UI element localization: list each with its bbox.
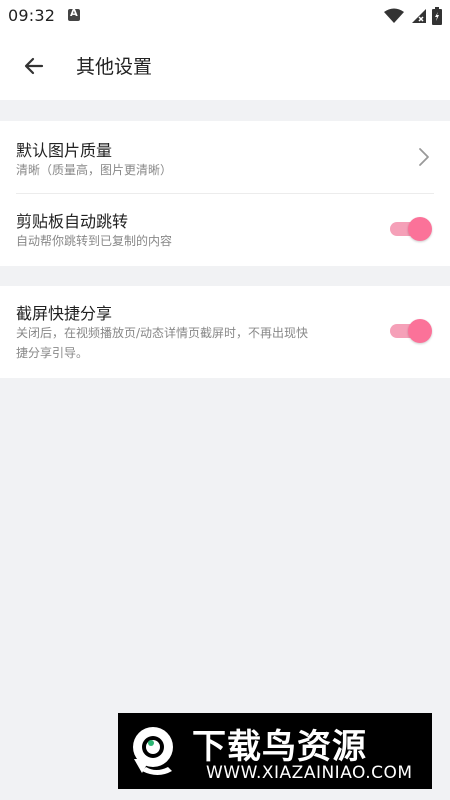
- watermark-url: WWW.XIAZAINIAO.COM: [206, 763, 413, 783]
- back-button[interactable]: [14, 46, 54, 86]
- status-icons: [384, 6, 442, 26]
- screenshot-share-subtitle-line1: 关闭后，在视频播放页/动态详情页截屏时，不再出现快: [16, 326, 309, 340]
- watermark-title: 下载鸟资源: [192, 727, 367, 767]
- status-time: 09:32: [8, 6, 56, 25]
- app-header: 其他设置: [0, 32, 450, 100]
- screenshot-share-title: 截屏快捷分享: [16, 304, 113, 323]
- page-title: 其他设置: [76, 56, 153, 78]
- clipboard-jump-toggle[interactable]: [390, 216, 432, 242]
- image-quality-subtitle: 清晰（质量高，图片更清晰）: [16, 163, 173, 177]
- toggle-thumb: [408, 319, 432, 343]
- screenshot-share-subtitle-line2: 捷分享引导。: [16, 346, 89, 360]
- wifi-icon: [384, 8, 404, 23]
- a-notification-icon: [68, 8, 80, 21]
- clipboard-jump-row: 剪贴板自动跳转 自动帮你跳转到已复制的内容: [0, 194, 450, 266]
- settings-card-general: 默认图片质量 清晰（质量高，图片更清晰） 剪贴板自动跳转 自动帮你跳转到已复制的…: [0, 121, 450, 266]
- battery-icon: [432, 7, 442, 25]
- clipboard-jump-title: 剪贴板自动跳转: [16, 212, 129, 231]
- arrow-left-icon: [24, 57, 44, 75]
- chevron-right-icon: [419, 148, 429, 166]
- bird-logo-icon: [133, 727, 173, 775]
- screenshot-share-row: 截屏快捷分享 关闭后，在视频播放页/动态详情页截屏时，不再出现快 捷分享引导。: [0, 286, 450, 378]
- toggle-thumb: [408, 217, 432, 241]
- clipboard-jump-subtitle: 自动帮你跳转到已复制的内容: [16, 234, 173, 248]
- status-bar: 09:32: [0, 0, 450, 32]
- screenshot-share-toggle[interactable]: [390, 318, 432, 344]
- image-quality-row[interactable]: 默认图片质量 清晰（质量高，图片更清晰）: [0, 121, 450, 193]
- settings-card-share: 截屏快捷分享 关闭后，在视频播放页/动态详情页截屏时，不再出现快 捷分享引导。: [0, 286, 450, 378]
- image-quality-title: 默认图片质量: [16, 141, 113, 160]
- signal-icon: [412, 9, 426, 23]
- watermark: 下载鸟资源 WWW.XIAZAINIAO.COM: [118, 713, 432, 789]
